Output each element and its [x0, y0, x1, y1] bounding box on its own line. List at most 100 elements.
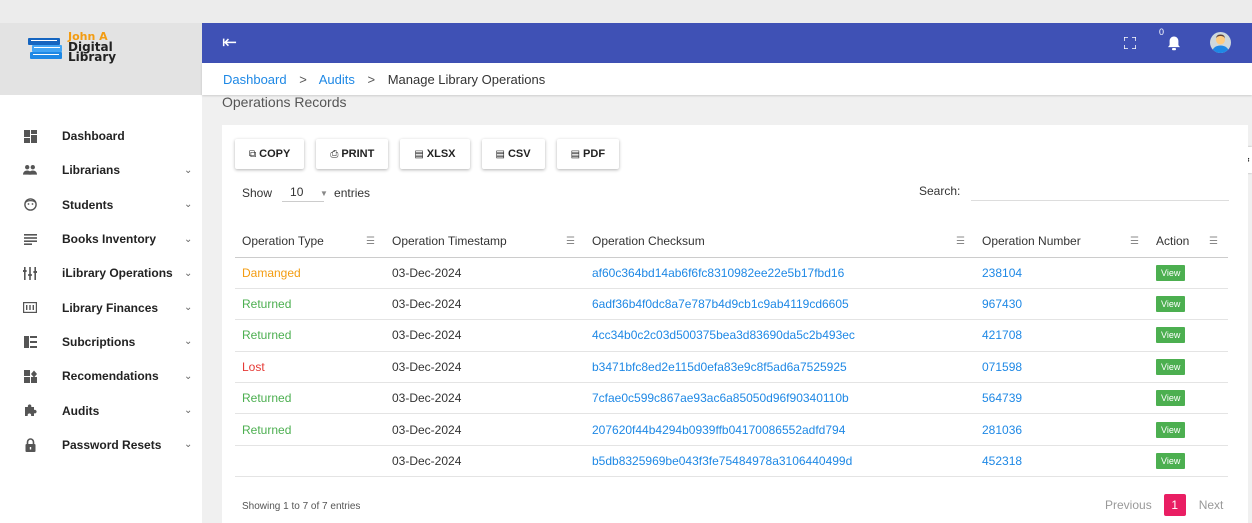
csv-file-icon: ▤ — [495, 148, 505, 160]
col-operation-timestamp[interactable]: Operation Timestamp ☰ — [385, 225, 585, 258]
cell-checksum[interactable]: 4cc34b0c2c03d500375bea3d83690da5c2b493ec — [585, 319, 975, 352]
copy-button[interactable]: ⧉ COPY — [235, 139, 305, 169]
brand-text: John A Digital Library — [68, 31, 116, 63]
cell-operation-type: Returned — [235, 288, 385, 321]
table-row: 03-Dec-2024 b5db8325969be043f3fe75484978… — [235, 445, 1228, 478]
operations-icon — [23, 266, 37, 280]
cell-operation-number[interactable]: 071598 — [975, 351, 1149, 384]
cell-operation-number[interactable]: 564739 — [975, 382, 1149, 415]
sidebar-item-dashboard[interactable]: Dashboard — [0, 119, 202, 153]
cell-operation-type: Returned — [235, 319, 385, 352]
view-button[interactable]: View — [1156, 421, 1186, 438]
sidebar-item-recommendations[interactable]: Recomendations ⌄ — [0, 359, 202, 393]
sort-icon: ☰ — [566, 236, 575, 247]
cell-operation-number[interactable]: 281036 — [975, 413, 1149, 446]
sidebar-item-subscriptions[interactable]: Subcriptions ⌄ — [0, 325, 202, 359]
cell-operation-number[interactable]: 421708 — [975, 319, 1149, 352]
people-icon — [23, 163, 37, 177]
bell-icon[interactable] — [1167, 35, 1181, 51]
sidebar-item-label: Recomendations — [62, 369, 159, 384]
view-button[interactable]: View — [1156, 390, 1186, 407]
table-row: Returned 03-Dec-2024 7cfae0c599c867ae93a… — [235, 382, 1228, 415]
cell-operation-type — [235, 445, 385, 478]
header-label: Operation Type — [242, 233, 324, 248]
sidebar-item-ilibrary-operations[interactable]: iLibrary Operations ⌄ — [0, 256, 202, 290]
sidebar-item-students[interactable]: Students ⌄ — [0, 188, 202, 222]
copy-label: COPY — [259, 148, 291, 160]
sort-icon: ☰ — [366, 236, 375, 247]
avatar[interactable] — [1210, 32, 1231, 53]
fullscreen-icon[interactable] — [1124, 37, 1136, 49]
cell-operation-type: Damanged — [235, 257, 385, 289]
cell-checksum[interactable]: b3471bfc8ed2e115d0efa83e9c8f5ad6a7525925 — [585, 351, 975, 384]
cell-checksum[interactable]: b5db8325969be043f3fe75484978a3106440499d — [585, 445, 975, 478]
sidebar-item-librarians[interactable]: Librarians ⌄ — [0, 153, 202, 187]
cell-checksum[interactable]: 7cfae0c599c867ae93ac6a85050d96f90340110b — [585, 382, 975, 415]
chevron-down-icon: ⌄ — [184, 336, 193, 348]
xlsx-button[interactable]: ▤ XLSX — [400, 139, 470, 169]
print-button[interactable]: ⎙ PRINT — [316, 139, 389, 169]
chevron-down-icon: ⌄ — [184, 370, 193, 382]
col-operation-type[interactable]: Operation Type ☰ — [235, 225, 385, 258]
previous-button[interactable]: Previous — [1105, 498, 1152, 512]
cell-timestamp: 03-Dec-2024 — [385, 445, 585, 478]
sidebar-item-label: Audits — [62, 403, 100, 418]
xlsx-label: XLSX — [426, 148, 456, 160]
col-operation-number[interactable]: Operation Number ☰ — [975, 225, 1149, 258]
view-button[interactable]: View — [1156, 264, 1186, 281]
sidebar-item-library-finances[interactable]: Library Finances ⌄ — [0, 290, 202, 324]
table-info: Showing 1 to 7 of 7 entries — [242, 501, 361, 512]
chevron-right-icon: > — [299, 72, 307, 87]
sidebar-item-books-inventory[interactable]: Books Inventory ⌄ — [0, 222, 202, 256]
view-button[interactable]: View — [1156, 453, 1186, 470]
cell-checksum[interactable]: 207620f44b4294b0939ffb04170086552adfd794 — [585, 413, 975, 446]
cell-operation-number[interactable]: 452318 — [975, 445, 1149, 478]
entries-select[interactable]: 10 — [282, 183, 325, 202]
breadcrumb: Dashboard > Audits > Manage Library Oper… — [223, 72, 545, 87]
sidebar-item-label: Dashboard — [62, 129, 125, 144]
collapse-sidebar-icon[interactable]: ⇤ — [222, 32, 237, 52]
breadcrumb-dashboard-link[interactable]: Dashboard — [223, 72, 287, 87]
search-label: Search: — [919, 184, 961, 198]
brand-logo[interactable]: John A Digital Library — [28, 31, 158, 63]
cell-timestamp: 03-Dec-2024 — [385, 257, 585, 289]
sidebar-item-label: Students — [62, 197, 114, 212]
search-input[interactable] — [971, 175, 1229, 201]
cell-action: View — [1149, 382, 1228, 415]
sidebar-item-password-resets[interactable]: Password Resets ⌄ — [0, 428, 202, 462]
pdf-button[interactable]: ▤ PDF — [556, 139, 620, 169]
breadcrumb-audits-link[interactable]: Audits — [319, 72, 355, 87]
view-button[interactable]: View — [1156, 296, 1186, 313]
cell-checksum[interactable]: af60c364bd14ab6f6fc8310982ee22e5b17fbd16 — [585, 257, 975, 289]
table-row: Damanged 03-Dec-2024 af60c364bd14ab6f6fc… — [235, 257, 1228, 289]
csv-button[interactable]: ▤ CSV — [481, 139, 545, 169]
cell-timestamp: 03-Dec-2024 — [385, 351, 585, 384]
col-action[interactable]: Action ☰ — [1149, 225, 1228, 258]
pagination: Previous 1 Next — [1105, 494, 1223, 516]
cell-operation-number[interactable]: 238104 — [975, 257, 1149, 289]
sidebar-item-label: Library Finances — [62, 300, 159, 315]
cell-action: View — [1149, 351, 1228, 384]
excel-file-icon: ▤ — [414, 148, 424, 160]
cell-operation-type: Lost — [235, 351, 385, 384]
table-header-row: Operation Type ☰ Operation Timestamp ☰ Ope… — [235, 225, 1228, 258]
cell-timestamp: 03-Dec-2024 — [385, 288, 585, 321]
pdf-file-icon: ▤ — [570, 148, 581, 160]
subscriptions-icon — [23, 335, 37, 349]
sidebar-item-label: Librarians — [62, 163, 121, 178]
sort-icon: ☰ — [1130, 236, 1139, 247]
view-button[interactable]: View — [1156, 358, 1186, 375]
chevron-down-icon: ⌄ — [184, 267, 193, 279]
page-1-button[interactable]: 1 — [1163, 494, 1186, 516]
cell-operation-number[interactable]: 967430 — [975, 288, 1149, 321]
next-button[interactable]: Next — [1199, 498, 1224, 512]
header-label: Operation Timestamp — [392, 233, 507, 248]
view-button[interactable]: View — [1156, 327, 1186, 344]
header-label: Action — [1156, 233, 1190, 248]
recommendations-icon — [23, 369, 37, 383]
cell-checksum[interactable]: 6adf36b4f0dc8a7e787b4d9cb1c9ab4119cd6605 — [585, 288, 975, 321]
sidebar-item-audits[interactable]: Audits ⌄ — [0, 393, 202, 427]
sidebar-nav: Dashboard Librarians ⌄ Students ⌄ Books … — [0, 119, 202, 462]
top-header: ⇤ 0 — [202, 23, 1252, 63]
col-operation-checksum[interactable]: Operation Checksum ☰ — [585, 225, 975, 258]
